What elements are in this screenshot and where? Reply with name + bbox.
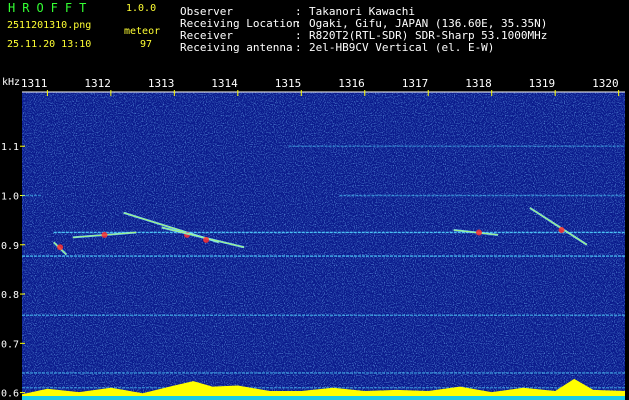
y-tick-label: 1.1: [1, 142, 19, 153]
x-tick-label: 1318: [465, 77, 492, 90]
meteor-peak: [57, 244, 64, 251]
y-tick-label: 1.0: [1, 191, 19, 202]
x-tick-label: 1313: [148, 77, 175, 90]
x-tick-label: 1320: [592, 77, 619, 90]
x-tick-label: 1312: [84, 77, 111, 90]
meteor-peak: [203, 236, 210, 243]
spectrogram-screen: HROFFT 1.0.0 2511201310.png meteor 25.11…: [0, 0, 629, 400]
y-tick-label: 0.6: [1, 389, 19, 400]
noise-speckle: [22, 92, 625, 400]
x-tick-label: 1316: [338, 77, 365, 90]
y-tick-label: 0.9: [1, 241, 19, 252]
meteor-peak: [476, 229, 483, 236]
y-tick-label: 0.8: [1, 290, 19, 301]
x-tick-label: 1319: [529, 77, 556, 90]
y-axis-label: kHz: [2, 77, 20, 88]
x-tick-label: 1317: [402, 77, 429, 90]
noise-floor-band: [22, 396, 625, 400]
meteor-peak: [558, 226, 565, 233]
x-tick-label: 1314: [211, 77, 238, 90]
spectrogram-chart: 1311 1312 1313 1314 1315 1316 1317 1318 1319 1320…: [1, 77, 625, 400]
y-tick-label: 0.7: [1, 339, 19, 350]
meteor-peak: [101, 231, 108, 238]
x-tick-label: 1311: [21, 77, 48, 90]
x-tick-label: 1315: [275, 77, 302, 90]
